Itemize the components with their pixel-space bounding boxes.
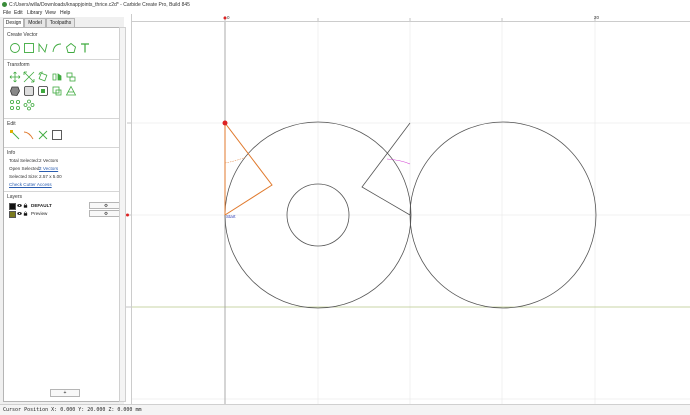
ruler-label-0: 0 [227,15,230,20]
create-vector-title: Create Vector [7,32,38,38]
edit-title: Edit [7,121,16,127]
layer-settings-button[interactable]: ⚙ [89,202,123,209]
panel-scrollbar[interactable] [119,27,126,402]
layer-name: Preview [31,210,48,216]
circle-icon[interactable] [9,42,21,54]
hint-arc-right [386,158,411,165]
ruler-top: 0 20 [124,14,690,22]
boolean-subtract-icon[interactable] [37,85,49,97]
scale-icon[interactable] [23,71,35,83]
design-canvas[interactable]: Start [124,14,690,404]
text-icon[interactable] [79,42,91,54]
cursor-position-readout: Cursor Position X: 0.000 Y: 20.000 Z: 0.… [3,407,142,413]
app-logo-icon [2,2,7,7]
status-bar: Cursor Position X: 0.000 Y: 20.000 Z: 0.… [0,404,690,415]
menu-library[interactable]: Library [27,10,42,16]
array-icon[interactable] [65,85,77,97]
polygon-icon[interactable] [65,42,77,54]
offset-icon[interactable] [9,85,21,97]
ruler-label-20: 20 [594,15,600,20]
lock-icon[interactable] [23,210,28,216]
eye-icon[interactable] [17,211,22,216]
canvas-drawing: Start [124,14,690,404]
menu-edit[interactable]: Edit [14,10,23,16]
mirror-icon[interactable] [51,71,63,83]
eye-icon[interactable] [17,203,22,208]
cut-icon[interactable] [37,129,49,141]
section-divider [4,147,120,148]
rectangle-icon[interactable] [23,42,35,54]
title-bar: C:/Users/willa/Downloads/knappjoints_thr… [0,0,690,9]
selected-size-value: 2.57 x 5.00 [39,174,62,179]
total-selected-value: 2 Vectors [39,158,59,163]
section-divider [4,59,120,60]
transform-title: Transform [7,62,30,68]
check-cutter-access-link[interactable]: Check Cutter Access [9,182,52,187]
section-divider [4,191,120,192]
join-icon[interactable] [23,99,35,111]
selected-triangle-vector[interactable] [224,122,273,216]
menu-view[interactable]: View [45,10,56,16]
trim-icon[interactable] [23,129,35,141]
window-title: C:/Users/willa/Downloads/knappjoints_thr… [9,1,190,8]
info-title: Info [7,150,16,156]
total-selected-label: Total Selected: [9,158,40,163]
layer-row-preview[interactable]: Preview ⚙ [9,210,123,218]
layer-row-default[interactable]: DEFAULT ⚙ [9,202,123,210]
layers-title: Layers [7,194,23,200]
bounding-box-icon[interactable] [51,129,63,141]
polyline-icon[interactable] [37,42,49,54]
menu-file[interactable]: File [3,10,11,16]
selection-marker-icon[interactable] [222,120,228,126]
lock-icon[interactable] [23,202,28,208]
section-divider [4,118,120,119]
align-icon[interactable] [65,71,77,83]
selected-size-label: Selected Size: [9,174,39,179]
right-triangle-vector[interactable] [361,122,411,216]
layer-settings-button[interactable]: ⚙ [89,210,123,217]
rotate-icon[interactable] [37,71,49,83]
ruler-cursor-marker-left [126,213,129,217]
boolean-intersect-icon[interactable] [51,85,63,97]
design-panel: Create Vector Transform Edit Info Total … [3,27,123,402]
move-icon[interactable] [9,71,21,83]
menu-help[interactable]: Help [60,10,70,16]
tab-model[interactable]: Model [24,18,46,27]
layer-name: DEFAULT [31,202,52,208]
open-selected-label: Open Selected: [9,166,41,171]
add-layer-button[interactable]: + [50,389,80,397]
layer-color-swatch[interactable] [9,210,16,218]
open-selected-link[interactable]: 2 Vectors [39,166,58,171]
arc-icon[interactable] [51,42,63,54]
layer-color-swatch[interactable] [9,202,16,210]
node-edit-icon[interactable] [9,129,21,141]
boolean-union-icon[interactable] [23,85,35,97]
tab-toolpaths[interactable]: Toolpaths [46,18,75,27]
start-label: Start [226,214,236,219]
circular-array-icon[interactable] [9,99,21,111]
